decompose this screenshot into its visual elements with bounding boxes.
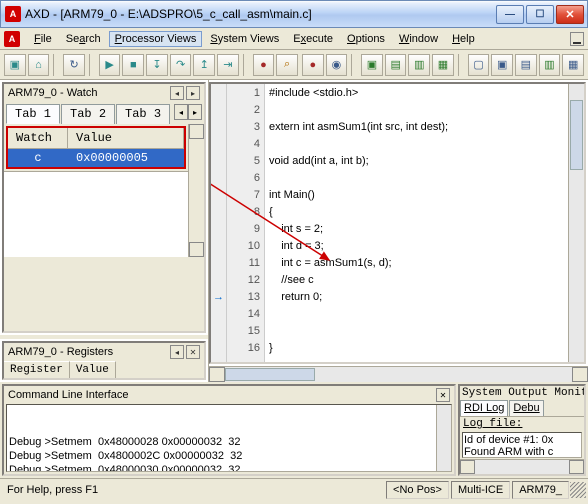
watch-name: c [8,149,68,167]
status-help: For Help, press F1 [1,482,384,498]
menu-window[interactable]: Window [393,31,444,47]
tool-memory-icon[interactable]: ▤ [385,54,407,76]
tool-registers-icon[interactable]: ▣ [361,54,383,76]
watch-value: 0x00000005 [68,149,156,167]
sys-tab-rdi-log[interactable]: RDI Log [460,400,508,416]
tool-stop-icon[interactable]: ■ [122,54,144,76]
tool-step-over-icon[interactable]: ↷ [170,54,192,76]
status-core: ARM79_ [512,481,569,499]
watch-col-watch[interactable]: Watch [8,128,68,148]
menu-file[interactable]: File [28,31,58,47]
cli-output[interactable]: Debug >Setmem 0x48000028 0x00000032 32De… [6,404,452,472]
tool-load-icon[interactable]: ⌂ [28,54,50,76]
mdi-minimize-button[interactable] [570,32,584,46]
tool-step-out-icon[interactable]: ↥ [193,54,215,76]
menu-bar: A File Search Processor Views System Vie… [0,28,588,50]
tool-stack-icon[interactable]: ▦ [432,54,454,76]
menu-options[interactable]: Options [341,31,391,47]
tool-halt-icon[interactable]: ◉ [326,54,348,76]
watch-vscrollbar[interactable] [188,124,204,257]
window-title: AXD - [ARM79_0 - E:\ADSPRO\5_c_call_asm\… [25,7,496,21]
line-number-gutter: 12345678910111213141516 [227,84,265,362]
watch-tab-1[interactable]: Tab 1 [6,104,60,124]
sys-panel-title: System Output Monito [460,386,584,400]
system-output-panel: System Output Monito RDI Log Debu Log fi… [458,384,586,476]
tool-open-icon[interactable]: ▣ [4,54,26,76]
log-file-label: Log file: [460,417,584,431]
panel-scroll-left-icon[interactable]: ◂ [170,345,184,359]
menu-search[interactable]: Search [60,31,107,47]
reg-col-register[interactable]: Register [4,361,70,378]
maximize-button[interactable]: ☐ [526,5,554,24]
window-titlebar: A AXD - [ARM79_0 - E:\ADSPRO\5_c_call_as… [0,0,588,28]
toolbar-separator [53,54,59,76]
close-button[interactable] [556,5,584,24]
watch-panel-title: ARM79_0 - Watch [8,87,97,99]
tool-step-in-icon[interactable]: ↧ [146,54,168,76]
tool-misc2-icon[interactable]: ▣ [491,54,513,76]
tool-stop-all-icon[interactable]: ● [302,54,324,76]
tabs-scroll-left-icon[interactable]: ◂ [174,104,188,120]
tool-misc1-icon[interactable]: ▢ [468,54,490,76]
watch-table-highlight: Watch Value c 0x00000005 [6,126,186,169]
tool-run-to-cursor-icon[interactable]: ⇥ [217,54,239,76]
resize-grip-icon[interactable] [570,482,586,498]
tool-misc5-icon[interactable]: ▦ [562,54,584,76]
horizontal-splitter[interactable] [0,335,208,339]
menu-system-views[interactable]: System Views [204,31,285,47]
sys-msg-line: Id of device #1: 0x [464,434,580,446]
watch-empty-area[interactable] [4,171,188,257]
toolbar-separator [89,54,95,76]
panel-close-icon[interactable]: ✕ [186,345,200,359]
tool-run-icon[interactable]: ▶ [99,54,121,76]
registers-panel: ARM79_0 - Registers ◂ ✕ Register Value [2,341,206,380]
minimize-button[interactable]: — [496,5,524,24]
sys-output-box[interactable]: Id of device #1: 0x Found ARM with c [462,432,582,458]
toolbar-separator [458,54,464,76]
menu-processor-views[interactable]: Processor Views [109,31,203,47]
cli-title: Command Line Interface [8,389,128,401]
mdi-app-icon[interactable]: A [4,31,20,47]
tool-breakpoint-icon[interactable]: ● [253,54,275,76]
cli-panel: Command Line Interface ✕ Debug >Setmem 0… [2,384,456,476]
breakpoint-margin[interactable]: → [211,84,227,362]
cli-close-icon[interactable]: ✕ [436,388,450,402]
menu-help[interactable]: Help [446,31,481,47]
tabs-scroll-right-icon[interactable]: ▸ [188,104,202,120]
status-bar: For Help, press F1 <No Pos> Multi-ICE AR… [0,478,588,500]
tool-watch-icon[interactable]: ⌕ [276,54,298,76]
source-view: → 12345678910111213141516 #include <stdi… [209,80,588,382]
watch-panel: ARM79_0 - Watch ◂ ▸ Tab 1 Tab 2 Tab 3 ◂ … [2,82,206,333]
tool-misc3-icon[interactable]: ▤ [515,54,537,76]
tool-locals-icon[interactable]: ▥ [408,54,430,76]
watch-tab-2[interactable]: Tab 2 [61,104,115,124]
sys-tab-debug[interactable]: Debu [509,400,543,416]
toolbar: ▣ ⌂ ↻ ▶ ■ ↧ ↷ ↥ ⇥ ● ⌕ ● ◉ ▣ ▤ ▥ ▦ ▢ ▣ ▤ … [0,50,588,80]
panel-scroll-left-icon[interactable]: ◂ [170,86,184,100]
watch-tab-3[interactable]: Tab 3 [116,104,170,124]
toolbar-separator [243,54,249,76]
source-hscrollbar[interactable] [209,366,588,382]
menu-execute[interactable]: Execute [287,31,339,47]
cli-vscrollbar[interactable] [436,405,451,471]
source-vscrollbar[interactable] [568,84,584,362]
watch-col-value[interactable]: Value [68,128,184,148]
tool-reload-icon[interactable]: ↻ [63,54,85,76]
tool-misc4-icon[interactable]: ▥ [539,54,561,76]
status-device: Multi-ICE [451,481,510,499]
source-code[interactable]: #include <stdio.h>extern int asmSum1(int… [265,84,568,362]
watch-row-selected[interactable]: c 0x00000005 [8,149,184,167]
panel-scroll-right-icon[interactable]: ▸ [186,86,200,100]
status-pos: <No Pos> [386,481,449,499]
app-icon: A [5,6,21,22]
sys-hscrollbar[interactable] [460,459,584,474]
reg-col-value[interactable]: Value [70,361,116,378]
sys-msg-line: Found ARM with c [464,446,580,458]
toolbar-separator [351,54,357,76]
registers-panel-title: ARM79_0 - Registers [8,346,113,358]
